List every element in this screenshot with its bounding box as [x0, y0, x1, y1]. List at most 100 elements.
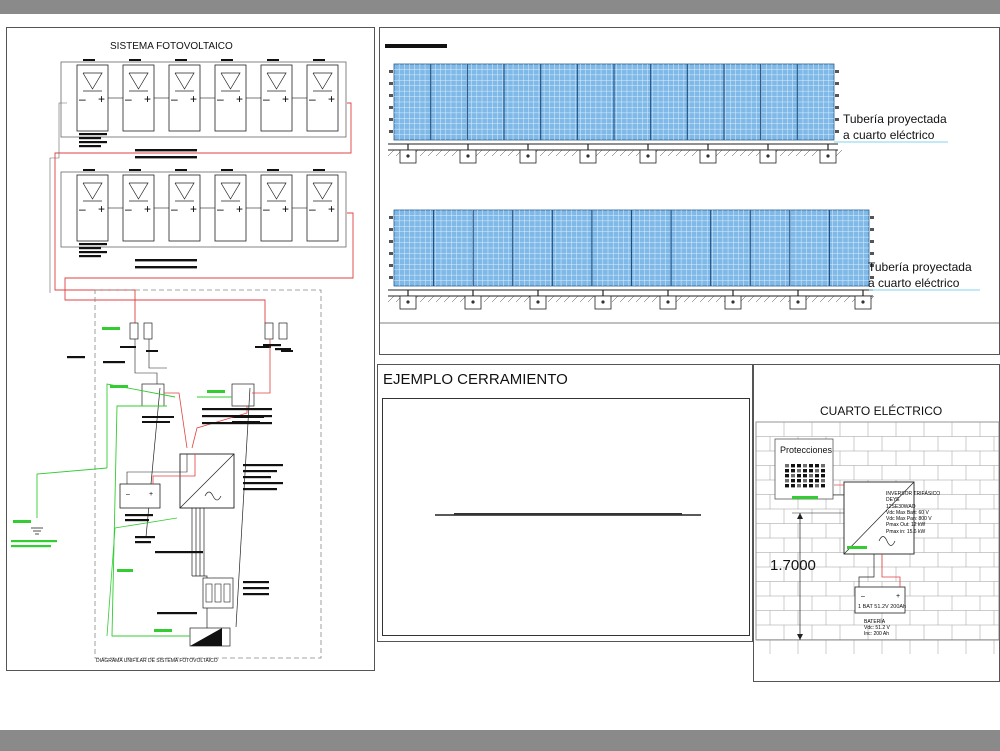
breaker-module — [803, 479, 807, 483]
ground-hatch — [563, 295, 571, 303]
ground-hatch — [483, 149, 491, 157]
battery-spec-text: BATERÍA Vdc: 51.2 V Inc: 200 Ah — [864, 619, 890, 637]
clip-right — [835, 106, 839, 109]
breaker-pole — [223, 583, 231, 603]
breaker-module — [785, 479, 789, 483]
ground-hatch — [827, 295, 835, 303]
pipe-label-2-line1: Tubería proyectada — [868, 260, 972, 274]
ground-hatch — [675, 295, 683, 303]
dc-switch-left — [141, 383, 165, 407]
inverter-spec-text: INVERSOR TRIFÁSICO DEYE 12SE30WAO Vdc Max B… — [886, 491, 940, 535]
module-tag — [267, 169, 279, 171]
fuse-right-b — [278, 322, 288, 340]
ground-hatch — [619, 295, 627, 303]
breaker-pole — [214, 583, 222, 603]
ejemplo-cerramiento-panel[interactable]: EJEMPLO CERRAMIENTO — [377, 364, 753, 642]
panel-elevation-view[interactable]: Tubería proyectada a cuarto eléctrico Tu… — [379, 27, 1000, 355]
clip-left — [389, 216, 393, 219]
wire-switch-inv-r — [191, 406, 248, 449]
diagram-label — [155, 551, 203, 554]
ground-hatch — [715, 295, 723, 303]
clip-right — [870, 240, 874, 243]
breaker-module — [785, 469, 789, 473]
plus-sign: + — [144, 202, 151, 216]
breaker-module — [803, 464, 807, 468]
ground-hatch — [811, 149, 819, 157]
breaker-module — [791, 479, 795, 483]
plus-sign: + — [190, 202, 197, 216]
ground-hatch — [611, 149, 619, 157]
footing-mark — [826, 154, 830, 158]
ground-hatch — [419, 295, 427, 303]
dc-switch-right — [231, 383, 255, 407]
clip-right — [870, 216, 874, 219]
breaker-module — [809, 479, 813, 483]
ground-hatch — [747, 149, 755, 157]
module-tag — [267, 59, 279, 61]
breaker-module — [809, 484, 813, 488]
plus-sign: + — [144, 92, 151, 106]
breaker-module — [815, 469, 819, 473]
minus-sign: – — [125, 202, 132, 216]
diagram-label — [135, 536, 155, 539]
module-tag — [129, 59, 141, 61]
ground-hatch — [795, 149, 803, 157]
fuse-label — [255, 346, 271, 348]
ground-hatch — [691, 295, 699, 303]
ground-hatch — [435, 149, 443, 157]
breaker-module — [797, 479, 801, 483]
module-spec-text — [79, 141, 107, 144]
inverter-spec-line: Pmax in: 15.6 kW — [886, 528, 926, 535]
cuarto-electrico-panel[interactable]: CUARTO ELÉCTRICO – + Protecciones 1.7000 … — [753, 364, 1000, 682]
ground-hatch — [619, 149, 627, 157]
fuse-left-a — [129, 322, 139, 340]
battery-label — [125, 519, 149, 522]
breaker-label-below — [157, 612, 197, 615]
minus-sign: – — [79, 92, 86, 106]
diagram-label — [103, 361, 125, 364]
battery-spec-line: Inc: 200 Ah — [864, 631, 890, 637]
battery-label — [125, 514, 153, 517]
ground-hatch — [643, 295, 651, 303]
ground-hatch — [579, 295, 587, 303]
footing-mark — [646, 154, 650, 158]
ground-label — [154, 629, 172, 632]
inverter-ground — [847, 546, 867, 549]
footing-mark — [586, 154, 590, 158]
ground-hatch — [723, 149, 731, 157]
ground-hatch — [787, 149, 795, 157]
string-label — [135, 149, 197, 152]
ground-hatch — [835, 295, 843, 303]
pipe-label-1-line2: a cuarto eléctrico — [843, 128, 935, 142]
plus-sign: + — [190, 92, 197, 106]
ground-label — [102, 327, 120, 330]
ground-hatch — [427, 149, 435, 157]
ground-hatch — [683, 295, 691, 303]
module-tag — [313, 169, 325, 171]
battery-plus: + — [896, 593, 900, 600]
plus-sign: + — [282, 92, 289, 106]
plus-sign: + — [98, 202, 105, 216]
module-tag — [221, 59, 233, 61]
clip-left — [389, 276, 393, 279]
breaker-module — [791, 464, 795, 468]
ground-hatch — [715, 149, 723, 157]
footing-mark — [666, 300, 670, 304]
ground-hatch — [539, 149, 547, 157]
ground-hatch — [587, 295, 595, 303]
ground-label — [117, 569, 133, 572]
module-tag — [129, 169, 141, 171]
ground-hatch — [635, 295, 643, 303]
ground-hatch — [627, 295, 635, 303]
ground-hatch — [523, 295, 531, 303]
ground-hatch — [435, 295, 443, 303]
module-tag — [83, 59, 95, 61]
footing-mark — [766, 154, 770, 158]
clip-right — [835, 94, 839, 97]
footing-mark — [526, 154, 530, 158]
diagram-label — [263, 344, 281, 347]
breaker-pole — [205, 583, 213, 603]
sistema-fotovoltaico-panel[interactable]: SISTEMA FOTOVOLTAICO – + – + – + – + – + – + – + – + – + –… — [6, 27, 375, 671]
plus-sign: + — [328, 202, 335, 216]
ground-hatch — [451, 149, 459, 157]
